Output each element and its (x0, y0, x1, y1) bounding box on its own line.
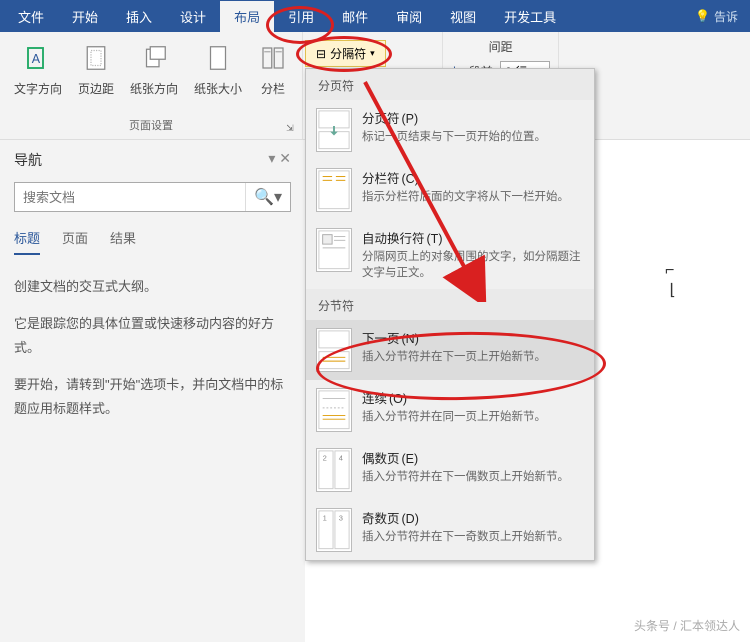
ribbon-group-page-setup: A 文字方向 页边距 纸张方向 纸张大小 (0, 32, 303, 139)
dd-desc: 插入分节符并在下一奇数页上开始新节。 (362, 529, 584, 545)
orientation-icon (139, 40, 169, 76)
chevron-down-icon: ▾ (370, 48, 375, 59)
dd-title: 自动换行符 (362, 232, 425, 246)
menu-review[interactable]: 审阅 (382, 1, 436, 32)
margins-icon (81, 40, 111, 76)
dd-title: 连续 (362, 392, 387, 406)
separator-label: 分隔符 (330, 45, 366, 62)
dd-desc: 分隔网页上的对象周围的文字，如分隔题注文字与正文。 (362, 249, 584, 281)
nav-body-p3: 要开始，请转到"开始"选项卡，并向文档中的标题应用标题样式。 (14, 373, 291, 420)
dd-section-section-breaks: 分节符 (306, 289, 594, 320)
even-page-icon: 24 (316, 448, 352, 492)
dd-desc: 标记一页结束与下一页开始的位置。 (362, 129, 584, 145)
dd-key: (D) (402, 512, 419, 526)
orientation-label: 纸张方向 (130, 80, 178, 97)
page-break-icon (316, 108, 352, 152)
menu-home[interactable]: 开始 (58, 1, 112, 32)
text-direction-icon: A (23, 40, 53, 76)
menu-mailings[interactable]: 邮件 (328, 1, 382, 32)
spacing-title: 间距 (489, 38, 513, 55)
dd-key: (N) (402, 332, 419, 346)
dd-key: (T) (427, 232, 443, 246)
lightbulb-icon: 💡 (695, 9, 710, 23)
menu-layout[interactable]: 布局 (220, 1, 274, 32)
dd-key: (C) (402, 172, 419, 186)
dd-item-column-break[interactable]: 分栏符(C) 指示分栏符后面的文字将从下一栏开始。 (306, 160, 594, 220)
page-setup-title: 页面设置 (129, 115, 173, 135)
menu-view[interactable]: 视图 (436, 1, 490, 32)
svg-text:4: 4 (339, 454, 343, 463)
separator-icon: ⊟ (316, 47, 326, 61)
nav-body-p2: 它是跟踪您的具体位置或快速移动内容的好方式。 (14, 312, 291, 359)
menubar: 文件 开始 插入 设计 布局 引用 邮件 审阅 视图 开发工具 💡 告诉 (0, 0, 750, 32)
nav-tab-results[interactable]: 结果 (110, 228, 136, 255)
dd-item-text-wrapping[interactable]: 自动换行符(T) 分隔网页上的对象周围的文字，如分隔题注文字与正文。 (306, 220, 594, 289)
separator-button[interactable]: ⊟ 分隔符 ▾ (305, 40, 386, 67)
navigation-pane: 导航 ▾ ✕ 🔍▾ 标题 页面 结果 创建文档的交互式大纲。 它是跟踪您的具体位… (0, 140, 305, 642)
tell-me-label: 告诉 (714, 8, 738, 25)
columns-button[interactable]: 分栏 (254, 38, 292, 115)
menu-file[interactable]: 文件 (4, 1, 58, 32)
document-area[interactable] (600, 140, 750, 620)
page-setup-launcher-icon[interactable]: ⇲ (286, 123, 298, 135)
margins-label: 页边距 (78, 80, 114, 97)
size-button[interactable]: 纸张大小 (190, 38, 246, 115)
text-direction-button[interactable]: A 文字方向 (10, 38, 66, 115)
next-page-icon (316, 328, 352, 372)
search-icon[interactable]: 🔍▾ (245, 183, 290, 211)
text-wrapping-icon (316, 228, 352, 272)
menu-devtools[interactable]: 开发工具 (490, 1, 570, 32)
dd-title: 分栏符 (362, 172, 400, 186)
text-direction-label: 文字方向 (14, 80, 62, 97)
nav-body-p1: 创建文档的交互式大纲。 (14, 275, 291, 298)
nav-search: 🔍▾ (14, 182, 291, 212)
size-icon (203, 40, 233, 76)
column-break-icon (316, 168, 352, 212)
dd-desc: 指示分栏符后面的文字将从下一栏开始。 (362, 189, 584, 205)
watermark: 头条号 / 汇本领达人 (634, 617, 740, 634)
nav-close-button[interactable]: ▾ ✕ (268, 150, 291, 170)
nav-tab-headings[interactable]: 标题 (14, 228, 40, 255)
columns-label: 分栏 (261, 80, 285, 97)
dd-title: 分页符 (362, 112, 400, 126)
dd-key: (O) (389, 392, 407, 406)
size-label: 纸张大小 (194, 80, 242, 97)
dd-key: (P) (402, 112, 419, 126)
tell-me[interactable]: 💡 告诉 (695, 8, 746, 25)
dd-title: 下一页 (362, 332, 400, 346)
dd-item-page-break[interactable]: 分页符(P) 标记一页结束与下一页开始的位置。 (306, 100, 594, 160)
svg-text:3: 3 (339, 514, 343, 523)
menu-insert[interactable]: 插入 (112, 1, 166, 32)
dd-item-even-page[interactable]: 24 偶数页(E) 插入分节符并在下一偶数页上开始新节。 (306, 440, 594, 500)
nav-title: 导航 (14, 150, 42, 170)
margins-button[interactable]: 页边距 (74, 38, 118, 115)
nav-tabs: 标题 页面 结果 (14, 228, 291, 255)
dd-item-continuous[interactable]: 连续(O) 插入分节符并在同一页上开始新节。 (306, 380, 594, 440)
dd-item-next-page[interactable]: 下一页(N) 插入分节符并在下一页上开始新节。 (306, 320, 594, 380)
dd-desc: 插入分节符并在下一偶数页上开始新节。 (362, 469, 584, 485)
odd-page-icon: 13 (316, 508, 352, 552)
columns-icon (258, 40, 288, 76)
dd-key: (E) (402, 452, 419, 466)
svg-text:2: 2 (323, 454, 327, 463)
orientation-button[interactable]: 纸张方向 (126, 38, 182, 115)
dd-item-odd-page[interactable]: 13 奇数页(D) 插入分节符并在下一奇数页上开始新节。 (306, 500, 594, 560)
nav-body: 创建文档的交互式大纲。 它是跟踪您的具体位置或快速移动内容的好方式。 要开始，请… (14, 275, 291, 420)
nav-tab-pages[interactable]: 页面 (62, 228, 88, 255)
menu-references[interactable]: 引用 (274, 1, 328, 32)
dd-desc: 插入分节符并在下一页上开始新节。 (362, 349, 584, 365)
search-input[interactable] (15, 183, 245, 211)
dd-desc: 插入分节符并在同一页上开始新节。 (362, 409, 584, 425)
continuous-icon (316, 388, 352, 432)
dd-title: 奇数页 (362, 512, 400, 526)
separator-dropdown: 分页符 分页符(P) 标记一页结束与下一页开始的位置。 分栏符(C) 指示分栏符… (305, 68, 595, 561)
svg-text:1: 1 (323, 514, 327, 523)
menu-design[interactable]: 设计 (166, 1, 220, 32)
svg-text:A: A (32, 52, 41, 66)
dd-title: 偶数页 (362, 452, 400, 466)
cursor-icon: ⌐ ⌊ (665, 262, 676, 300)
dd-section-page-breaks: 分页符 (306, 69, 594, 100)
